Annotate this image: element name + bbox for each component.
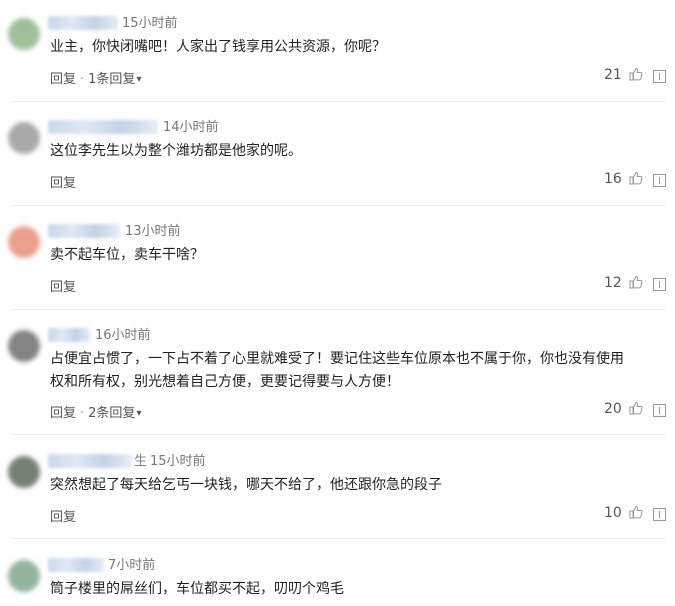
comment-text: 卖不起车位，卖车干啥？ <box>50 247 204 263</box>
comment-text: 占便宜占惯了，一下占不着了心里就难受了！要记住这些车位原本也不属于你，你也没有使… <box>50 351 624 390</box>
avatar[interactable] <box>8 456 40 488</box>
username-blurred[interactable] <box>48 120 158 134</box>
like-button[interactable]: 16 <box>604 171 643 187</box>
replies-count: 2条回复 <box>88 406 136 421</box>
like-button[interactable]: 21 <box>604 67 643 83</box>
report-icon[interactable] <box>653 278 666 291</box>
like-button[interactable]: 10 <box>604 505 643 521</box>
avatar[interactable] <box>8 330 40 362</box>
like-count: 10 <box>604 505 622 521</box>
comment-actions: 回复 <box>50 276 76 295</box>
divider <box>10 434 665 435</box>
chevron-down-icon: ▾ <box>136 408 142 419</box>
comment-text: 业主，你快闭嘴吧！人家出了钱享用公共资源，你呢？ <box>50 39 386 55</box>
comment-text: 筒子楼里的屌丝们，车位都买不起，叨叨个鸡毛 <box>50 581 344 597</box>
reply-button[interactable]: 回复 <box>50 510 76 525</box>
comment-time: 13小时前 <box>125 224 181 239</box>
thumbs-up-icon <box>629 401 643 415</box>
comment-time: 7小时前 <box>108 558 156 573</box>
comment-actions: 回复 · 2条回复▾ <box>50 402 141 421</box>
like-count: 12 <box>604 275 622 291</box>
avatar[interactable] <box>8 560 40 592</box>
comment-actions: 回复 <box>50 172 76 191</box>
like-count: 20 <box>604 401 622 417</box>
username-blurred[interactable] <box>48 328 90 342</box>
avatar[interactable] <box>8 18 40 50</box>
view-replies-button[interactable]: 1条回复▾ <box>88 72 141 87</box>
report-icon[interactable] <box>653 404 666 417</box>
reply-button[interactable]: 回复 <box>50 280 76 295</box>
comment-time: 15小时前 <box>150 454 206 469</box>
comment-text: 突然想起了每天给乞丐一块钱，哪天不给了，他还跟你急的段子 <box>50 477 442 493</box>
comment-time: 15小时前 <box>122 16 178 31</box>
divider <box>10 309 665 310</box>
thumbs-up-icon <box>629 275 643 289</box>
divider <box>10 205 665 206</box>
comment-actions: 回复 · 1条回复▾ <box>50 68 141 87</box>
thumbs-up-icon <box>629 67 643 81</box>
report-icon[interactable] <box>653 174 666 187</box>
username-blurred[interactable] <box>48 16 118 30</box>
username-blurred[interactable] <box>48 224 120 238</box>
chevron-down-icon: ▾ <box>136 74 142 85</box>
username-blurred[interactable] <box>48 454 132 468</box>
comment-text: 这位李先生以为整个潍坊都是他家的呢。 <box>50 143 302 159</box>
report-icon[interactable] <box>653 508 666 521</box>
divider <box>10 538 665 539</box>
reply-button[interactable]: 回复 <box>50 176 76 191</box>
comment-actions: 回复 <box>50 506 76 525</box>
like-count: 16 <box>604 171 622 187</box>
like-button[interactable]: 20 <box>604 401 643 417</box>
avatar[interactable] <box>8 226 40 258</box>
avatar[interactable] <box>8 122 40 154</box>
comment-list: 15小时前 业主，你快闭嘴吧！人家出了钱享用公共资源，你呢？ 回复 · 1条回复▾ … <box>0 0 675 606</box>
thumbs-up-icon <box>629 171 643 185</box>
separator-dot: · <box>80 406 85 421</box>
replies-count: 1条回复 <box>88 72 136 87</box>
username-visible-part[interactable]: 生 <box>134 450 147 469</box>
view-replies-button[interactable]: 2条回复▾ <box>88 406 141 421</box>
separator-dot: · <box>80 72 85 87</box>
like-button[interactable]: 12 <box>604 275 643 291</box>
comment-time: 14小时前 <box>163 120 219 135</box>
thumbs-up-icon <box>629 505 643 519</box>
reply-button[interactable]: 回复 <box>50 72 76 87</box>
reply-button[interactable]: 回复 <box>50 406 76 421</box>
comment-time: 16小时前 <box>95 328 151 343</box>
report-icon[interactable] <box>653 70 666 83</box>
like-count: 21 <box>604 67 622 83</box>
username-blurred[interactable] <box>48 558 104 572</box>
divider <box>10 101 665 102</box>
